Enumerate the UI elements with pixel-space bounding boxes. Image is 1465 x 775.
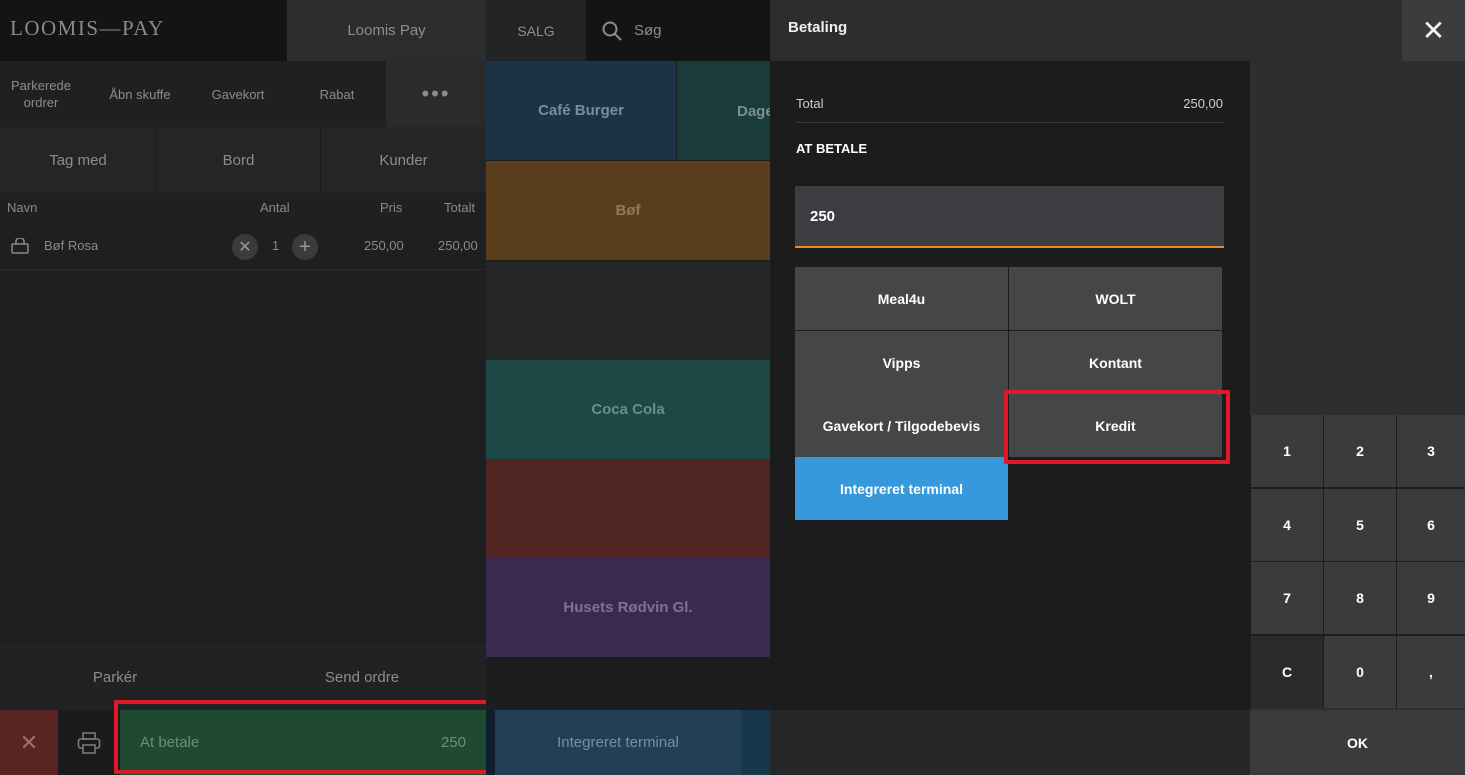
keypad-key-clear[interactable]: C: [1251, 636, 1323, 708]
product-husets-rodvin[interactable]: Husets Rødvin Gl.: [486, 558, 770, 657]
search-label: Søg: [634, 22, 662, 39]
keypad-key-4[interactable]: 4: [1251, 489, 1323, 561]
to-pay-label: AT BETALE: [796, 141, 868, 156]
keypad-key-8[interactable]: 8: [1324, 562, 1396, 634]
search-button[interactable]: Søg: [586, 0, 770, 61]
divider: [796, 122, 1224, 123]
payment-method-kontant[interactable]: Kontant: [1009, 331, 1222, 394]
payment-method-wolt[interactable]: WOLT: [1009, 267, 1222, 330]
takeaway-bag-icon: [11, 238, 29, 254]
highlight-pay-button: [114, 700, 495, 774]
cancel-order-button[interactable]: ✕: [0, 710, 58, 775]
payment-method-integrated-terminal[interactable]: Integreret terminal: [795, 457, 1008, 520]
payment-modal-title: Betaling: [788, 19, 848, 36]
ok-button[interactable]: OK: [1250, 710, 1465, 775]
keypad-key-5[interactable]: 5: [1324, 489, 1396, 561]
product-bof[interactable]: Bøf: [486, 161, 770, 260]
product-empty: [486, 261, 770, 360]
keypad-key-comma[interactable]: ,: [1397, 636, 1465, 708]
keypad-key-3[interactable]: 3: [1397, 415, 1465, 487]
item-price: 250,00: [364, 238, 404, 253]
payment-modal-footer: [770, 710, 1250, 775]
payment-modal-header: [770, 0, 1402, 61]
keypad-top-area: [1250, 61, 1465, 415]
table-row[interactable]: Bøf Rosa ✕ 1 + 250,00 250,00: [0, 222, 486, 270]
close-icon: ✕: [19, 729, 39, 755]
open-drawer-button[interactable]: Åbn skuffe: [96, 61, 184, 127]
tab-loomis-pay[interactable]: Loomis Pay: [287, 0, 486, 61]
terminal-strip-edge: [741, 710, 770, 775]
discount-button[interactable]: Rabat: [290, 61, 384, 127]
parked-orders-button[interactable]: Parkerede ordrer: [0, 61, 82, 127]
amount-input[interactable]: [795, 186, 1224, 248]
close-icon: ✕: [238, 239, 252, 256]
customers-button[interactable]: Kunder: [321, 127, 486, 193]
print-button[interactable]: [58, 710, 120, 775]
order-table-header: Navn Antal Pris Totalt: [0, 193, 486, 222]
item-total: 250,00: [438, 238, 478, 253]
close-icon: ✕: [1421, 15, 1446, 46]
keypad-key-2[interactable]: 2: [1324, 415, 1396, 487]
more-button[interactable]: •••: [386, 61, 486, 127]
column-total: Totalt: [444, 200, 476, 215]
close-modal-button[interactable]: ✕: [1402, 0, 1465, 61]
increase-qty-button[interactable]: +: [292, 234, 318, 260]
payment-method-vipps[interactable]: Vipps: [795, 331, 1008, 394]
integrated-terminal-shortcut[interactable]: Integreret terminal: [495, 710, 741, 775]
product-coca-cola[interactable]: Coca Cola: [486, 360, 770, 459]
plus-icon: +: [299, 235, 311, 258]
gift-card-button[interactable]: Gavekort: [192, 61, 284, 127]
highlight-kredit-button: [1004, 390, 1230, 464]
payment-method-meal4u[interactable]: Meal4u: [795, 267, 1008, 330]
tab-salg[interactable]: SALG: [486, 0, 586, 61]
product-dage[interactable]: Dage: [677, 61, 770, 160]
total-value: 250,00: [1183, 96, 1223, 111]
keypad-key-6[interactable]: 6: [1397, 489, 1465, 561]
product-cafe-burger[interactable]: Café Burger: [486, 61, 676, 160]
item-qty: 1: [272, 238, 280, 253]
column-price: Pris: [380, 200, 403, 215]
item-name: Bøf Rosa: [44, 238, 99, 253]
search-icon: [602, 21, 622, 41]
order-list: [0, 222, 486, 644]
column-qty: Antal: [260, 200, 290, 215]
table-button[interactable]: Bord: [157, 127, 320, 193]
payment-method-gavekort[interactable]: Gavekort / Tilgodebevis: [795, 394, 1008, 457]
printer-icon: [77, 731, 101, 754]
keypad-key-7[interactable]: 7: [1251, 562, 1323, 634]
takeaway-button[interactable]: Tag med: [0, 127, 156, 193]
grid-gap: [486, 658, 770, 710]
remove-item-button[interactable]: ✕: [232, 234, 258, 260]
loomis-pay-logo: LOOMIS—PAY: [10, 16, 165, 40]
total-label: Total: [796, 96, 824, 111]
keypad-key-1[interactable]: 1: [1251, 415, 1323, 487]
product-red-tile[interactable]: [486, 459, 770, 558]
keypad-key-0[interactable]: 0: [1324, 636, 1396, 708]
column-name: Navn: [7, 200, 38, 215]
keypad-key-9[interactable]: 9: [1397, 562, 1465, 634]
